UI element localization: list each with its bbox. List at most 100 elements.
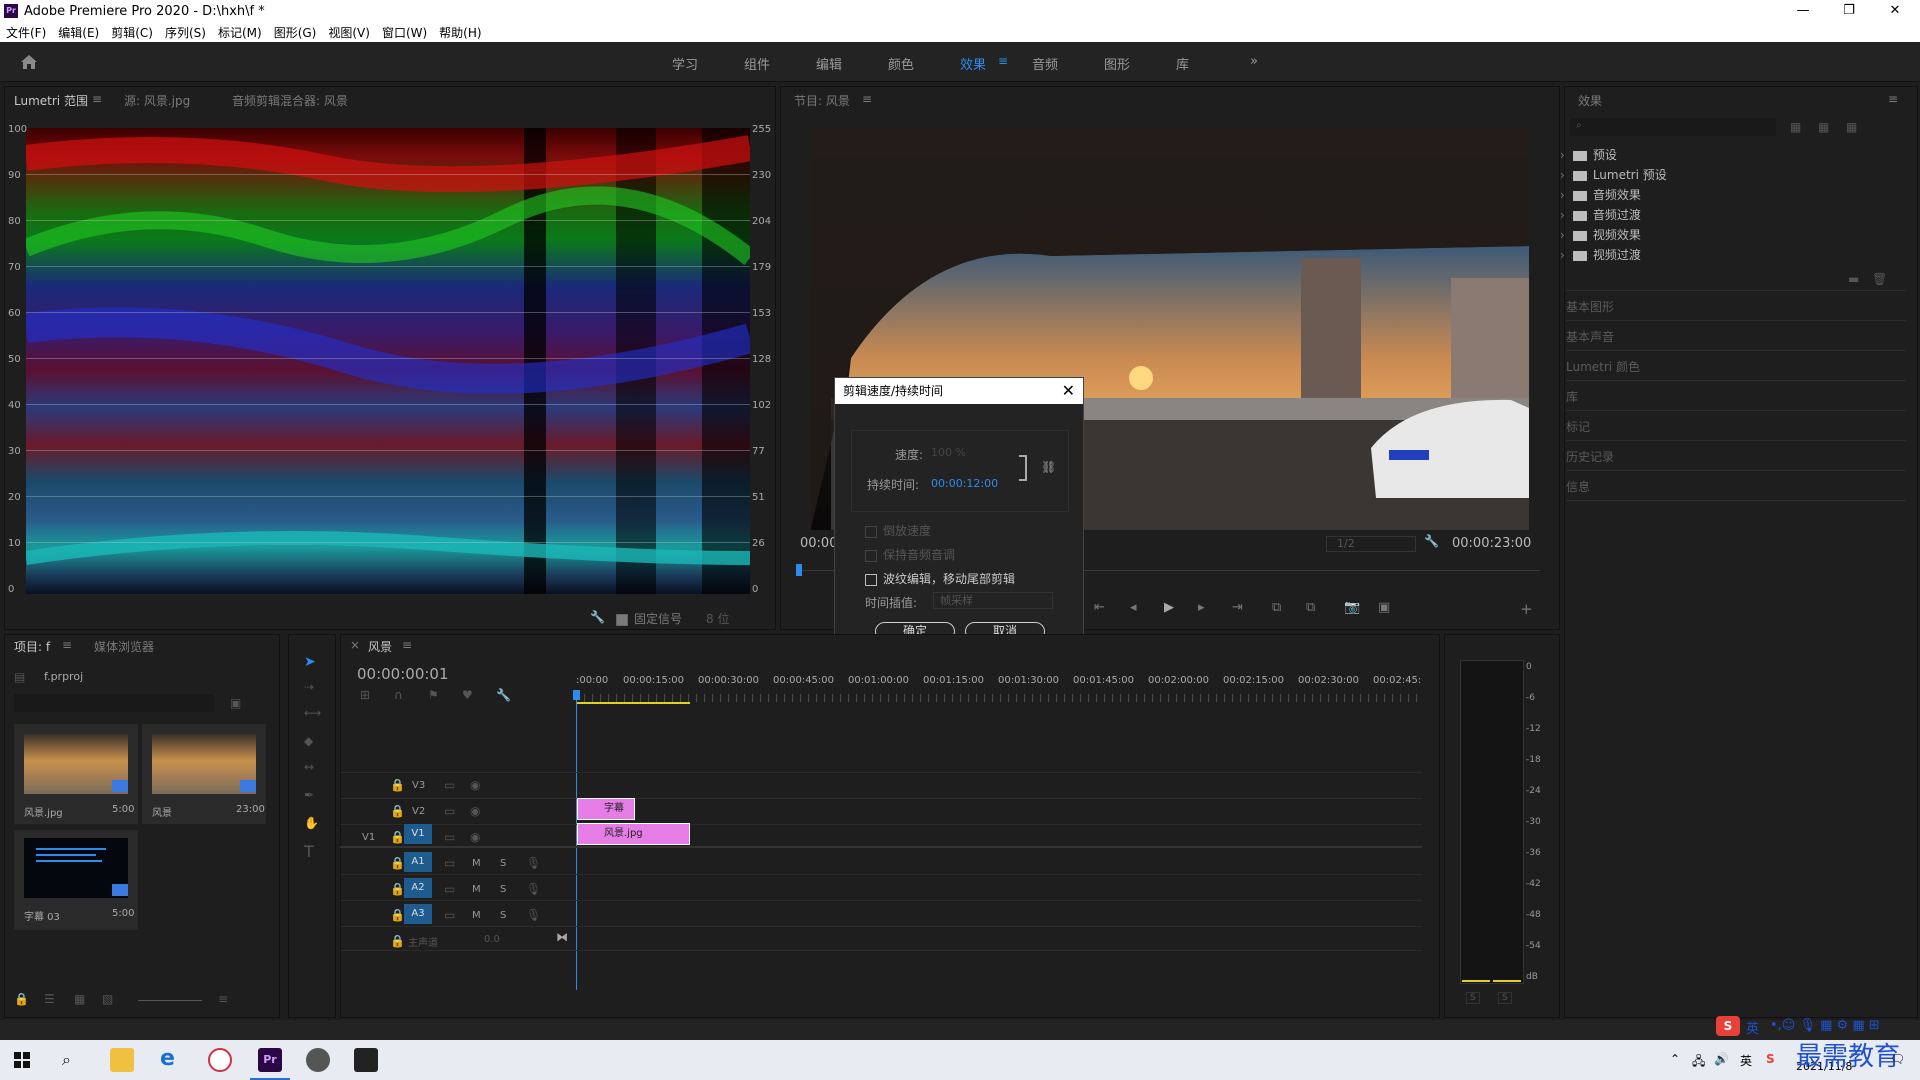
ws-tab-graphics[interactable]: 图形: [1104, 54, 1130, 73]
zoom-slider[interactable]: [138, 1000, 202, 1001]
section-lumetri-color[interactable]: Lumetri 颜色: [1566, 358, 1640, 375]
track-lock-icon[interactable]: 🔒: [390, 934, 405, 948]
go-to-end-icon[interactable]: ⧓: [556, 930, 568, 944]
menu-edit[interactable]: 编辑(E): [52, 24, 105, 41]
tab-audio-clip-mixer[interactable]: 音频剪辑混合器: 风景: [232, 92, 348, 109]
timeline-close-icon[interactable]: ×: [350, 638, 360, 652]
mute-button[interactable]: M: [472, 884, 481, 895]
tab-timeline[interactable]: 风景: [368, 638, 392, 655]
caption-clip[interactable]: 字幕: [577, 798, 635, 820]
extract-icon[interactable]: ⧉: [1306, 600, 1315, 615]
close-button[interactable]: ✕: [1872, 0, 1918, 22]
mute-button[interactable]: M: [472, 858, 481, 869]
mic-icon[interactable]: 🎙: [526, 856, 541, 870]
linked-select-icon[interactable]: ⚑: [428, 688, 439, 702]
selection-tool-icon[interactable]: ➤: [304, 654, 316, 670]
effects-menu-icon[interactable]: ≡: [1888, 92, 1898, 106]
menu-view[interactable]: 视图(V): [322, 24, 376, 41]
maintain-pitch-checkbox[interactable]: 保持音频音调: [865, 546, 955, 563]
search-icon[interactable]: ⌕: [62, 1050, 71, 1070]
accelerated-icon[interactable]: ▦: [1818, 120, 1829, 134]
lock-icon[interactable]: 🔒: [14, 992, 29, 1006]
effects-item-presets[interactable]: › 预设: [1560, 146, 1617, 163]
speed-value[interactable]: 100 %: [931, 446, 966, 459]
new-folder-icon[interactable]: ▬: [1848, 272, 1859, 286]
tab-source[interactable]: 源: 风景.jpg: [124, 92, 190, 109]
track-lock-icon[interactable]: 🔒: [390, 882, 405, 896]
section-info[interactable]: 信息: [1566, 478, 1590, 495]
sync-lock-icon[interactable]: ▭: [444, 908, 455, 922]
mic-icon[interactable]: 🎙: [526, 908, 541, 922]
slip-tool-icon[interactable]: ↔: [304, 760, 314, 774]
ime-tray-icon[interactable]: 英: [1740, 1052, 1752, 1069]
icon-view-icon[interactable]: ▦: [74, 992, 85, 1006]
mic-icon[interactable]: 🎙: [526, 882, 541, 896]
ws-more-icon[interactable]: »: [1250, 54, 1258, 69]
step-back-icon[interactable]: ◂: [1130, 600, 1137, 615]
track-a1-toggle[interactable]: A1: [404, 852, 432, 872]
sort-icon[interactable]: ≡: [218, 992, 228, 1006]
tab-media-browser[interactable]: 媒体浏览器: [94, 638, 154, 655]
ws-tab-libraries[interactable]: 库: [1176, 54, 1189, 73]
landscape-clip[interactable]: 风景.jpg: [577, 823, 690, 845]
solo-button[interactable]: S: [500, 858, 506, 869]
add-button-icon[interactable]: +: [1520, 600, 1533, 618]
eye-icon[interactable]: ◉: [470, 778, 480, 792]
program-wrench-icon[interactable]: 🔧: [1424, 534, 1439, 548]
ripple-tool-icon[interactable]: ⟷: [304, 706, 321, 720]
solo-right-button[interactable]: S: [1498, 992, 1512, 1004]
link-icon[interactable]: ⛓: [1041, 460, 1056, 474]
yuv-icon[interactable]: ▦: [1846, 120, 1857, 134]
sogou-ime-icon[interactable]: S: [1716, 1016, 1740, 1036]
premiere-taskbar-icon[interactable]: Pr: [258, 1048, 282, 1072]
playhead-icon[interactable]: [796, 564, 802, 576]
track-lock-icon[interactable]: 🔒: [390, 830, 405, 844]
go-to-in-icon[interactable]: ⇤: [1094, 600, 1105, 615]
ws-tab-learn[interactable]: 学习: [672, 54, 698, 73]
ws-menu-icon[interactable]: ≡: [998, 54, 1008, 68]
effects-item-audio-transitions[interactable]: › 音频过渡: [1560, 206, 1641, 223]
ruler-ticks[interactable]: [576, 694, 1420, 702]
program-menu-icon[interactable]: ≡: [862, 92, 872, 106]
time-interp-select[interactable]: 帧采样: [933, 592, 1053, 609]
sogou-tray-icon[interactable]: S: [1766, 1052, 1775, 1066]
menu-sequence[interactable]: 序列(S): [159, 24, 212, 41]
ws-tab-audio[interactable]: 音频: [1032, 54, 1058, 73]
section-essential-sound[interactable]: 基本声音: [1566, 328, 1614, 345]
mute-button[interactable]: M: [472, 910, 481, 921]
hand-tool-icon[interactable]: ✋: [304, 816, 319, 830]
solo-button[interactable]: S: [500, 910, 506, 921]
trash-icon[interactable]: 🗑: [1872, 272, 1887, 286]
file-explorer-icon[interactable]: [110, 1048, 134, 1072]
effects-title[interactable]: 效果: [1578, 92, 1602, 109]
track-lock-icon[interactable]: 🔒: [390, 778, 405, 792]
track-lock-icon[interactable]: 🔒: [390, 804, 405, 818]
ws-tab-assembly[interactable]: 组件: [744, 54, 770, 73]
menu-clip[interactable]: 剪辑(C): [105, 24, 159, 41]
effects-item-video-transitions[interactable]: › 视频过渡: [1560, 246, 1641, 263]
new-bin-icon[interactable]: ▦: [1790, 120, 1801, 134]
menu-markers[interactable]: 标记(M): [212, 24, 268, 41]
volume-icon[interactable]: 🔊: [1714, 1052, 1729, 1066]
sync-lock-icon[interactable]: ▭: [444, 856, 455, 870]
new-search-bin-icon[interactable]: ▣: [230, 696, 241, 710]
menu-graphics[interactable]: 图形(G): [268, 24, 323, 41]
lift-icon[interactable]: ⧉: [1272, 600, 1281, 615]
home-icon[interactable]: [20, 54, 38, 70]
tab-project[interactable]: 项目: f: [14, 638, 50, 655]
compare-icon[interactable]: ▣: [1378, 600, 1390, 615]
track-v1-toggle[interactable]: V1: [404, 824, 432, 844]
tab-menu-icon[interactable]: ≡: [92, 92, 102, 106]
timeline-timecode[interactable]: 00:00:00:01: [357, 665, 449, 683]
reverse-speed-checkbox[interactable]: 倒放速度: [865, 522, 931, 539]
freeform-view-icon[interactable]: ▧: [102, 992, 113, 1006]
pen-tool-icon[interactable]: ✒: [304, 788, 314, 802]
clamp-signal-checkbox[interactable]: 固定信号: [616, 610, 682, 627]
tab-lumetri-scopes[interactable]: Lumetri 范围: [14, 92, 88, 109]
zoom-select[interactable]: 1/2: [1326, 536, 1416, 552]
source-patch-v1[interactable]: V1: [362, 832, 375, 843]
sync-lock-icon[interactable]: ▭: [444, 804, 455, 818]
maximize-button[interactable]: ❐: [1826, 0, 1872, 22]
solo-button[interactable]: S: [500, 884, 506, 895]
minimize-button[interactable]: —: [1780, 0, 1826, 22]
